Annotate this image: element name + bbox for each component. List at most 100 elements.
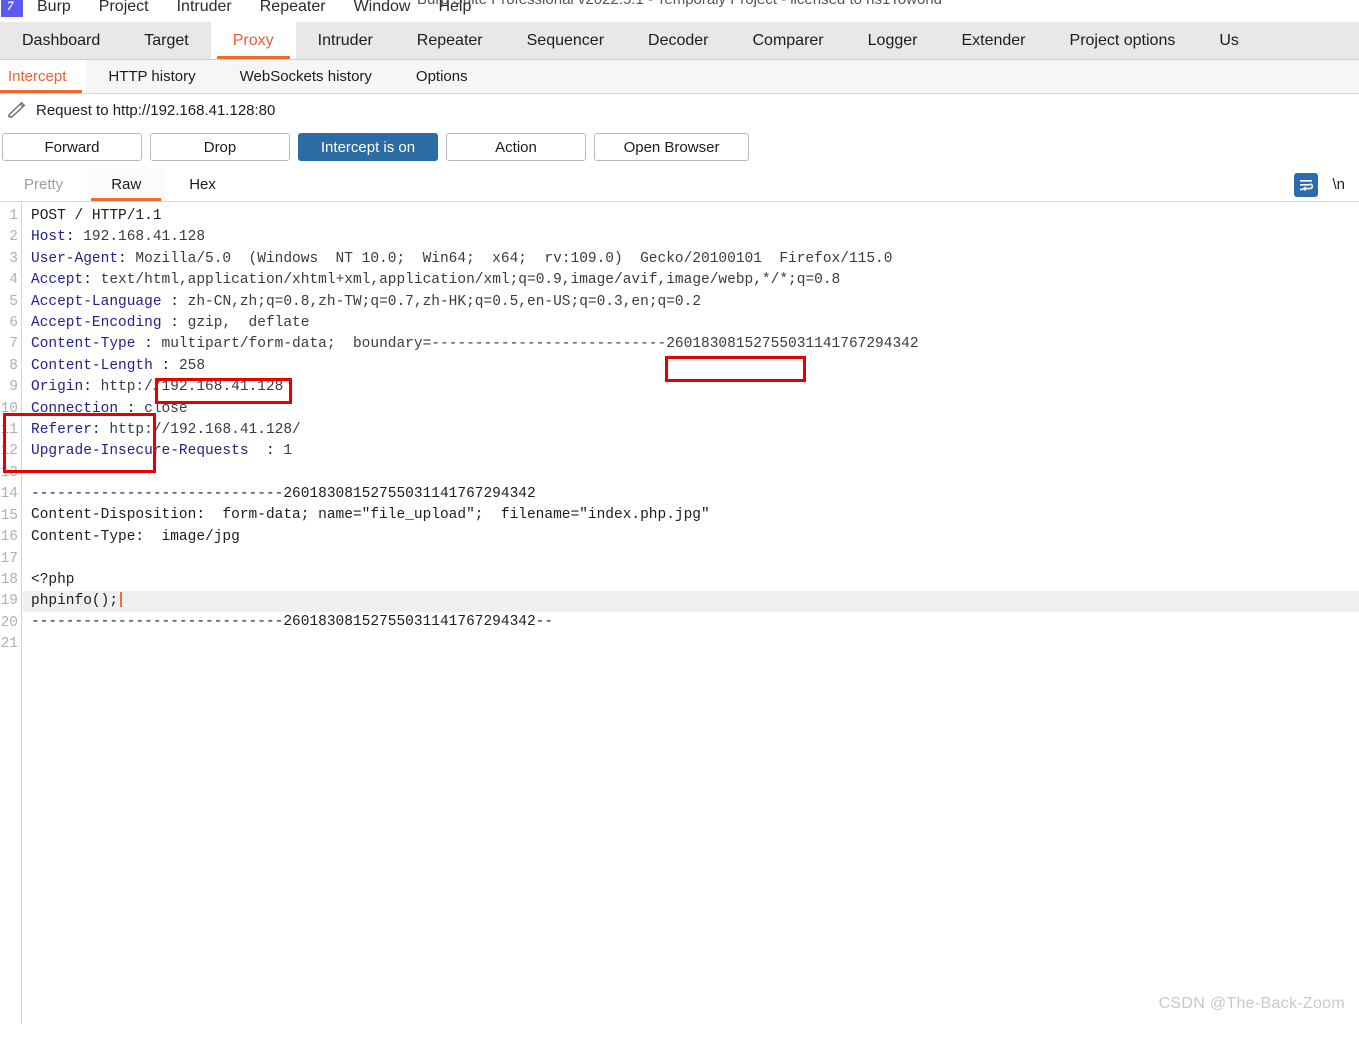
newline-toggle[interactable]: \n (1332, 176, 1345, 193)
header-name: Referer (31, 421, 92, 438)
code-line[interactable]: Accept: text/html,application/xhtml+xml,… (23, 270, 1359, 291)
line-number: 8 (9, 357, 18, 374)
header-value: 1 (283, 443, 293, 460)
menu-item-repeater[interactable]: Repeater (246, 0, 340, 16)
header-name: User-Agent (31, 250, 119, 267)
intercept-toggle-button[interactable]: Intercept is on (298, 133, 438, 161)
code-line[interactable] (23, 634, 1359, 655)
raw-request-editor[interactable]: 1 2 3 4 5 6 7 8 9 10 11 12 13 14 15 16 17 18 19 20 21 POST /… (0, 202, 1359, 1024)
subtab-websockets-history[interactable]: WebSockets history (218, 60, 394, 93)
line-number: 13 (0, 464, 18, 481)
tab-proxy[interactable]: Proxy (210, 22, 296, 59)
header-value: http://192.168.41.128/ (109, 421, 301, 438)
header-separator: : (65, 229, 84, 246)
watermark: CSDN @The-Back-Zoom (1158, 994, 1345, 1012)
line-number: 4 (9, 272, 18, 289)
header-name: Accept (31, 272, 84, 289)
header-name: Content-Length (31, 357, 153, 374)
editor-view-bar: Pretty Raw Hex \n (0, 168, 1359, 202)
word-wrap-glyph (1300, 179, 1314, 191)
code-line[interactable]: User-Agent: Mozilla/5.0 (Windows NT 10.0… (23, 249, 1359, 270)
code-line[interactable]: <?php (23, 570, 1359, 591)
code-line[interactable] (23, 463, 1359, 484)
code-line[interactable]: -----------------------------26018308152… (23, 612, 1359, 633)
body-text: Content-Type: image/jpg (31, 528, 240, 545)
code-line[interactable]: Upgrade-Insecure-Requests : 1 (23, 441, 1359, 462)
line-number: 5 (9, 293, 18, 310)
view-tab-hex[interactable]: Hex (165, 168, 240, 201)
header-name: Content-Type (31, 336, 136, 353)
request-code-area[interactable]: POST / HTTP/1.1 Host: 192.168.41.128 User-… (23, 202, 1359, 1024)
menu-item-burp[interactable]: Burp (23, 0, 85, 16)
code-line[interactable]: POST / HTTP/1.1 (23, 206, 1359, 227)
code-line[interactable]: Accept-Encoding : gzip, deflate (23, 313, 1359, 334)
subtab-intercept[interactable]: Intercept (0, 60, 87, 93)
request-target-bar: Request to http://192.168.41.128:80 (0, 94, 1359, 126)
line-number: 11 (0, 422, 18, 439)
request-target-label: Request to http://192.168.41.128:80 (36, 101, 276, 119)
body-text: phpinfo(); (31, 593, 119, 610)
action-button[interactable]: Action (446, 133, 586, 161)
code-line[interactable]: Content-Length : 258 (23, 356, 1359, 377)
tab-dashboard[interactable]: Dashboard (0, 22, 122, 59)
code-line[interactable]: phpinfo(); (23, 591, 1359, 613)
code-line[interactable]: Origin: http://192.168.41.128 (23, 377, 1359, 398)
code-line[interactable]: Connection : close (23, 399, 1359, 420)
subtab-http-history[interactable]: HTTP history (86, 60, 217, 93)
tab-comparer[interactable]: Comparer (731, 22, 846, 59)
menu-item-help[interactable]: Help (424, 0, 485, 16)
code-line[interactable]: Content-Type : multipart/form-data; boun… (23, 334, 1359, 355)
header-value: text/html,application/xhtml+xml,applicat… (100, 272, 841, 289)
line-number: 17 (0, 550, 18, 567)
burp-logo-icon: 7 (1, 0, 23, 17)
code-line[interactable]: Content-Type: image/jpg (23, 527, 1359, 548)
body-text: -----------------------------26018308152… (31, 486, 536, 503)
line-number: 21 (0, 636, 18, 653)
tab-project-options[interactable]: Project options (1048, 22, 1198, 59)
header-value: zh-CN,zh;q=0.8,zh-TW;q=0.7,zh-HK;q=0.5,e… (187, 293, 702, 310)
body-text: -----------------------------26018308152… (31, 614, 554, 631)
tab-sequencer[interactable]: Sequencer (505, 22, 626, 59)
view-tab-pretty[interactable]: Pretty (0, 168, 87, 201)
secondary-tab-bar: Intercept HTTP history WebSockets histor… (0, 60, 1359, 94)
header-value: 192.168.41.128 (83, 229, 206, 246)
line-number: 15 (0, 507, 18, 524)
code-line[interactable]: Referer: http://192.168.41.128/ (23, 420, 1359, 441)
tab-decoder[interactable]: Decoder (626, 22, 730, 59)
code-line[interactable]: -----------------------------26018308152… (23, 484, 1359, 505)
menu-item-window[interactable]: Window (340, 0, 425, 16)
line-number: 9 (9, 379, 18, 396)
header-name: Upgrade-Insecure-Requests (31, 443, 249, 460)
header-separator: : (83, 272, 101, 289)
body-text: POST / HTTP/1.1 (31, 208, 162, 224)
line-number-gutter: 1 2 3 4 5 6 7 8 9 10 11 12 13 14 15 16 17 18 19 20 21 (0, 202, 22, 1024)
tab-repeater[interactable]: Repeater (395, 22, 505, 59)
word-wrap-icon[interactable] (1294, 172, 1319, 197)
line-number: 18 (0, 571, 18, 588)
header-value: http://192.168.41.128 (100, 379, 284, 396)
primary-tab-bar: Dashboard Target Proxy Intruder Repeater… (0, 22, 1359, 60)
code-line[interactable]: Accept-Language : zh-CN,zh;q=0.8,zh-TW;q… (23, 292, 1359, 313)
tab-intruder[interactable]: Intruder (296, 22, 395, 59)
drop-button[interactable]: Drop (150, 133, 290, 161)
line-number: 2 (9, 229, 18, 246)
header-separator: : (248, 443, 284, 460)
tab-user-options[interactable]: Us (1197, 22, 1261, 59)
open-browser-button[interactable]: Open Browser (594, 133, 749, 161)
line-number: 20 (0, 614, 18, 631)
code-line[interactable]: Host: 192.168.41.128 (23, 227, 1359, 248)
editor-view-controls: \n (1294, 168, 1359, 201)
code-line[interactable] (23, 548, 1359, 569)
subtab-options[interactable]: Options (394, 60, 490, 93)
line-number: 16 (0, 529, 18, 546)
tab-logger[interactable]: Logger (846, 22, 940, 59)
line-number: 10 (0, 400, 18, 417)
menu-item-project[interactable]: Project (85, 0, 163, 16)
view-tab-raw[interactable]: Raw (87, 168, 166, 201)
menu-item-intruder[interactable]: Intruder (163, 0, 246, 16)
forward-button[interactable]: Forward (2, 133, 142, 161)
code-line[interactable]: Content-Disposition: form-data; name="fi… (23, 505, 1359, 526)
tab-target[interactable]: Target (122, 22, 210, 59)
pencil-icon (7, 101, 26, 119)
tab-extender[interactable]: Extender (939, 22, 1047, 59)
